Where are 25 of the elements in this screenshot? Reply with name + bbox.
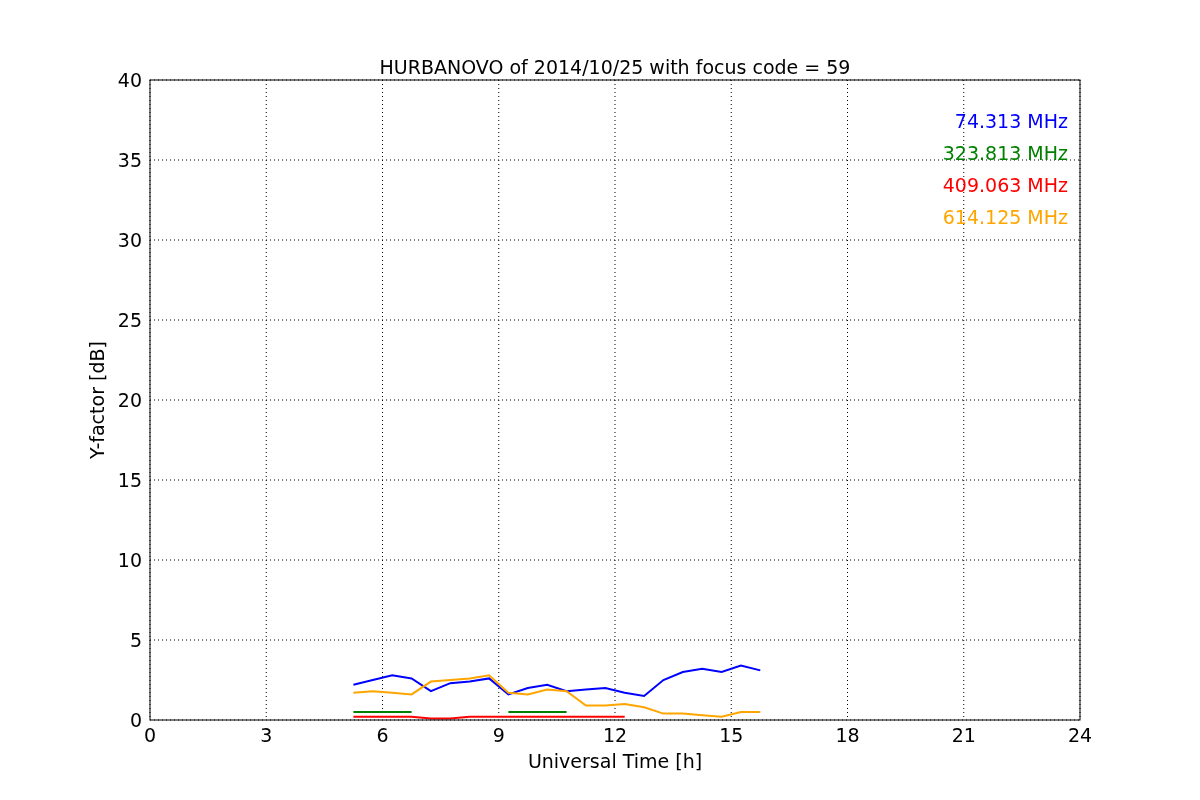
- y-tick-label: 10: [117, 549, 142, 571]
- y-tick-label: 0: [129, 709, 142, 731]
- y-axis-label: Y-factor [dB]: [86, 341, 108, 459]
- legend-label: 323.813 MHz: [942, 142, 1068, 164]
- legend-label: 409.063 MHz: [942, 174, 1068, 196]
- x-tick-label: 9: [492, 724, 505, 746]
- y-tick-label: 20: [117, 389, 142, 411]
- x-tick-label: 0: [143, 724, 157, 746]
- x-tick-label: 15: [719, 724, 744, 746]
- x-axis-label: Universal Time [h]: [527, 750, 703, 772]
- x-tick-label: 24: [1067, 724, 1093, 746]
- y-tick-label: 15: [117, 469, 142, 491]
- x-tick-label: 12: [602, 724, 628, 746]
- legend-label: 614.125 MHz: [942, 206, 1068, 228]
- x-tick-label: 3: [260, 724, 273, 746]
- y-tick-label: 35: [117, 149, 142, 171]
- y-tick-label: 40: [117, 69, 142, 91]
- y-tick-label: 25: [117, 309, 142, 331]
- legend-label: 74.313 MHz: [954, 110, 1068, 132]
- x-tick-label: 18: [835, 724, 860, 746]
- x-tick-label: 21: [951, 724, 976, 746]
- x-tick-label: 6: [376, 724, 389, 746]
- y-tick-label: 30: [117, 229, 142, 251]
- chart-title: HURBANOVO of 2014/10/25 with focus code = 59: [379, 56, 851, 78]
- y-tick-label: 5: [129, 629, 142, 651]
